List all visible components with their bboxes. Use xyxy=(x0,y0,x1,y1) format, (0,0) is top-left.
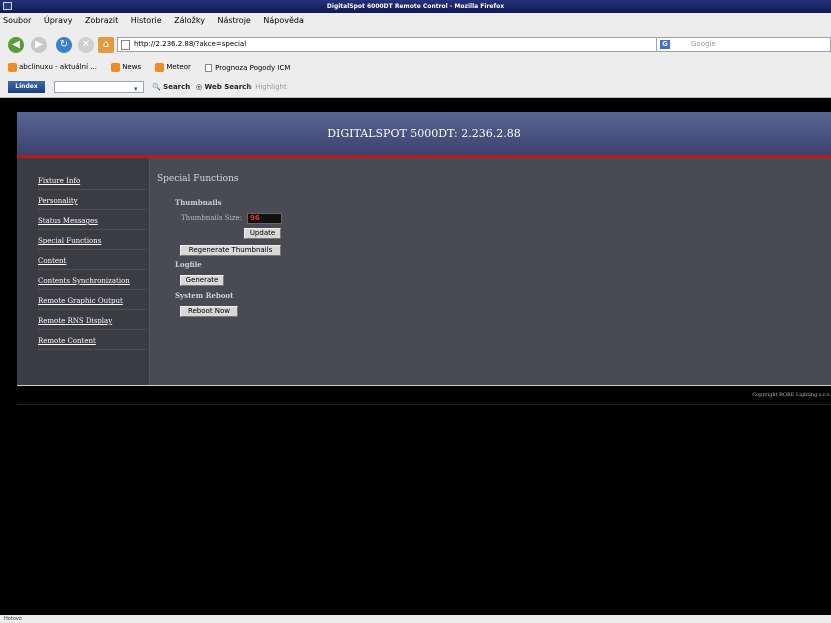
update-button[interactable]: Update xyxy=(244,228,281,239)
bookmark-abclinuxu[interactable]: abclinuxu - aktuální ... xyxy=(8,56,97,78)
search-toolbar: Lindex ▾ 🔍 Search ◎ Web Search ✎ Highlig… xyxy=(0,78,831,98)
sidebar-item-remote-content[interactable]: Remote Content xyxy=(38,337,146,350)
menu-zobrazit[interactable]: Zobrazit xyxy=(85,16,118,25)
window-titlebar: DigitalSpot 6000DT Remote Control - Mozi… xyxy=(0,0,831,13)
toolbar-search-input[interactable] xyxy=(54,81,144,93)
sidebar-item-content[interactable]: Content xyxy=(38,257,146,270)
menu-napoveda[interactable]: Nápověda xyxy=(263,16,304,25)
google-icon[interactable]: G xyxy=(660,40,670,49)
sidebar-item-contents-synchronization[interactable]: Contents Synchronization xyxy=(38,277,146,290)
main-content: Special Functions Thumbnails Thumbnails … xyxy=(150,158,831,385)
sidebar-item-personality[interactable]: Personality xyxy=(38,197,146,210)
system-reboot-heading: System Reboot xyxy=(175,291,234,300)
page-header: DIGITALSPOT 5000DT: 2.236.2.88 xyxy=(17,112,831,155)
sidebar-item-remote-rns-display[interactable]: Remote RNS Display xyxy=(38,317,146,330)
back-icon[interactable]: ◀ xyxy=(8,37,24,53)
menu-zalozky[interactable]: Záložky xyxy=(174,16,205,25)
bookmark-label: News xyxy=(122,63,142,71)
web-search-button[interactable]: ◎ Web Search xyxy=(196,78,251,97)
web-search-label: Web Search xyxy=(204,83,252,91)
section-title: Special Functions xyxy=(157,174,239,184)
url-text: http://2.236.2.88/?akce=special xyxy=(134,40,247,48)
menubar: Soubor Úpravy Zobrazit Historie Záložky … xyxy=(0,13,831,34)
page-icon xyxy=(205,63,213,72)
toolbar-search-label: Search xyxy=(163,83,191,91)
url-bar[interactable]: http://2.236.2.88/?akce=special ▼ ▶ xyxy=(117,37,704,52)
bookmark-meteor[interactable]: Meteor xyxy=(155,56,191,78)
footer: Copyright ROBE Lighting s.r.o. xyxy=(17,386,831,404)
rss-icon xyxy=(155,62,165,72)
dropdown-icon[interactable]: ▾ xyxy=(134,80,138,99)
page-icon xyxy=(121,40,130,50)
rss-icon xyxy=(8,62,17,72)
reboot-now-button[interactable]: Reboot Now xyxy=(180,306,238,317)
forward-icon[interactable]: ▶ xyxy=(31,37,47,53)
stop-icon[interactable]: ✕ xyxy=(78,37,94,53)
toolbar-search-button[interactable]: 🔍 Search xyxy=(152,78,190,97)
rss-icon xyxy=(111,62,121,72)
menu-soubor[interactable]: Soubor xyxy=(3,16,31,25)
bookmark-label: Meteor xyxy=(166,63,191,71)
page-title: DIGITALSPOT 5000DT: 2.236.2.88 xyxy=(327,127,521,140)
menu-upravy[interactable]: Úpravy xyxy=(44,16,73,25)
page-top-strip xyxy=(0,98,831,112)
reload-icon[interactable]: ↻ xyxy=(56,37,72,53)
sidebar-item-status-messages[interactable]: Status Messages xyxy=(38,217,146,230)
sidebar: Fixture Info Personality Status Messages… xyxy=(17,158,150,385)
window-title: DigitalSpot 6000DT Remote Control - Mozi… xyxy=(326,3,505,10)
search-placeholder: Google xyxy=(691,40,716,48)
thumbnails-size-label: Thumbnails Size: xyxy=(181,214,243,222)
regenerate-thumbnails-button[interactable]: Regenerate Thumbnails xyxy=(180,245,281,256)
bookmark-prognoza[interactable]: Prognoza Pogody ICM xyxy=(205,57,290,79)
footer-bottom-line xyxy=(17,404,831,405)
window-menu-icon[interactable] xyxy=(3,2,12,10)
sidebar-item-fixture-info[interactable]: Fixture Info xyxy=(38,177,146,190)
lindex-logo[interactable]: Lindex xyxy=(8,81,45,93)
bookmark-label: abclinuxu - aktuální ... xyxy=(19,63,97,71)
generate-button[interactable]: Generate xyxy=(180,275,224,286)
copyright-text: Copyright ROBE Lighting s.r.o. xyxy=(752,392,831,398)
bookmarks-toolbar: abclinuxu - aktuální ... News Meteor Pro… xyxy=(0,56,831,79)
highlight-button[interactable]: ✎ Highlight xyxy=(247,78,287,97)
status-bar: Hotovo xyxy=(0,615,831,623)
sidebar-item-remote-graphic-output[interactable]: Remote Graphic Output xyxy=(38,297,146,310)
menu-nastroje[interactable]: Nástroje xyxy=(218,16,251,25)
navigation-toolbar: ◀ ▶ ↻ ✕ ⌂ http://2.236.2.88/?akce=specia… xyxy=(0,34,831,57)
status-text: Hotovo xyxy=(4,616,22,622)
thumbnails-heading: Thumbnails xyxy=(175,198,222,207)
menu-historie[interactable]: Historie xyxy=(131,16,162,25)
logfile-heading: Logfile xyxy=(175,260,202,269)
thumbnails-size-input[interactable]: 96 xyxy=(247,213,282,224)
bookmark-label: Prognoza Pogody ICM xyxy=(215,63,291,72)
bookmark-news[interactable]: News xyxy=(111,56,141,78)
search-input[interactable]: G Google xyxy=(656,37,831,52)
highlight-label: Highlight xyxy=(255,83,287,91)
sidebar-item-special-functions[interactable]: Special Functions xyxy=(38,237,146,250)
home-icon[interactable]: ⌂ xyxy=(98,37,114,53)
